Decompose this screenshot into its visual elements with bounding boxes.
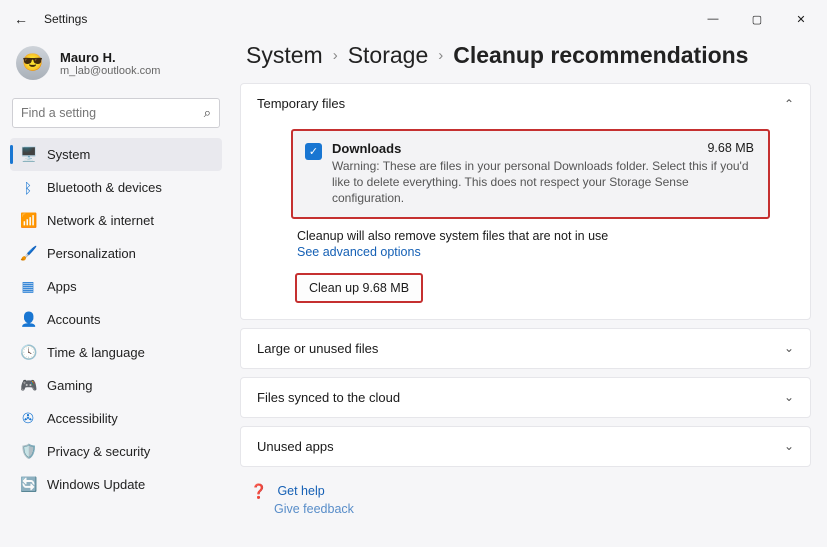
give-feedback-link[interactable]: Give feedback [240, 502, 811, 516]
nav-time[interactable]: 🕓 Time & language [10, 336, 222, 369]
display-icon: 🖥️ [20, 146, 36, 163]
wifi-icon: 📶 [20, 212, 36, 229]
breadcrumb: System › Storage › Cleanup recommendatio… [240, 38, 811, 83]
nav-privacy[interactable]: 🛡️ Privacy & security [10, 435, 222, 468]
help-icon: ❓ [250, 483, 267, 500]
search-input[interactable] [21, 106, 204, 120]
section-title: Unused apps [257, 439, 334, 454]
sidebar: 😎 Mauro H. m_lab@outlook.com ⌕ 🖥️ System… [0, 38, 232, 547]
cleanup-note: Cleanup will also remove system files th… [297, 229, 792, 243]
checkbox-checked-icon[interactable]: ✓ [305, 143, 322, 160]
profile-block[interactable]: 😎 Mauro H. m_lab@outlook.com [10, 40, 222, 94]
breadcrumb-storage[interactable]: Storage [348, 42, 429, 69]
nav-label: Bluetooth & devices [47, 180, 162, 195]
cleanup-button[interactable]: Clean up 9.68 MB [295, 273, 423, 303]
file-description: Warning: These are files in your persona… [332, 158, 754, 207]
file-size: 9.68 MB [707, 141, 754, 156]
chevron-up-icon: ⌃ [784, 97, 794, 111]
section-title: Temporary files [257, 96, 345, 111]
gamepad-icon: 🎮 [20, 377, 36, 394]
profile-name: Mauro H. [60, 50, 160, 65]
nav-list: 🖥️ System ᛒ Bluetooth & devices 📶 Networ… [10, 138, 222, 543]
person-icon: 👤 [20, 311, 36, 328]
nav-apps[interactable]: ▦ Apps [10, 270, 222, 303]
nav-label: Accessibility [47, 411, 118, 426]
search-icon: ⌕ [204, 105, 211, 121]
file-title: Downloads [332, 141, 401, 156]
section-unused-apps[interactable]: Unused apps ⌄ [240, 426, 811, 467]
back-arrow-icon[interactable]: ← [14, 11, 36, 27]
shield-icon: 🛡️ [20, 443, 36, 460]
apps-icon: ▦ [20, 278, 36, 295]
profile-email: m_lab@outlook.com [60, 65, 160, 77]
file-item-downloads[interactable]: ✓ Downloads 9.68 MB Warning: These are f… [291, 129, 770, 219]
nav-label: Apps [47, 279, 77, 294]
main-content: System › Storage › Cleanup recommendatio… [232, 38, 827, 547]
breadcrumb-current: Cleanup recommendations [453, 42, 748, 69]
chevron-down-icon: ⌄ [784, 390, 794, 404]
breadcrumb-system[interactable]: System [246, 42, 323, 69]
section-large-files[interactable]: Large or unused files ⌄ [240, 328, 811, 369]
nav-bluetooth[interactable]: ᛒ Bluetooth & devices [10, 171, 222, 204]
clock-icon: 🕓 [20, 344, 36, 361]
titlebar: ← Settings — ▢ ✕ [0, 0, 827, 38]
close-button[interactable]: ✕ [779, 4, 823, 34]
search-input-wrapper[interactable]: ⌕ [12, 98, 220, 128]
nav-label: Privacy & security [47, 444, 150, 459]
section-header-temporary[interactable]: Temporary files ⌃ [241, 84, 810, 123]
chevron-right-icon: › [438, 47, 443, 64]
chevron-right-icon: › [333, 47, 338, 64]
nav-system[interactable]: 🖥️ System [10, 138, 222, 171]
nav-label: System [47, 147, 90, 162]
chevron-down-icon: ⌄ [784, 439, 794, 453]
chevron-down-icon: ⌄ [784, 341, 794, 355]
nav-update[interactable]: 🔄 Windows Update [10, 468, 222, 501]
section-title: Large or unused files [257, 341, 378, 356]
get-help-link[interactable]: ❓ Get help [240, 475, 811, 502]
nav-label: Gaming [47, 378, 93, 393]
nav-label: Accounts [47, 312, 100, 327]
nav-label: Network & internet [47, 213, 154, 228]
nav-accessibility[interactable]: ✇ Accessibility [10, 402, 222, 435]
section-synced-files[interactable]: Files synced to the cloud ⌄ [240, 377, 811, 418]
avatar: 😎 [16, 46, 50, 80]
nav-label: Personalization [47, 246, 136, 261]
window-title: Settings [44, 12, 87, 26]
paintbrush-icon: 🖌️ [20, 245, 36, 262]
minimize-button[interactable]: — [691, 4, 735, 34]
section-temporary-files: Temporary files ⌃ ✓ Downloads 9.68 MB Wa… [240, 83, 811, 320]
advanced-options-link[interactable]: See advanced options [297, 245, 792, 259]
nav-personalization[interactable]: 🖌️ Personalization [10, 237, 222, 270]
nav-network[interactable]: 📶 Network & internet [10, 204, 222, 237]
nav-accounts[interactable]: 👤 Accounts [10, 303, 222, 336]
nav-label: Time & language [47, 345, 145, 360]
nav-label: Windows Update [47, 477, 145, 492]
maximize-button[interactable]: ▢ [735, 4, 779, 34]
accessibility-icon: ✇ [20, 410, 36, 427]
section-title: Files synced to the cloud [257, 390, 400, 405]
bluetooth-icon: ᛒ [20, 180, 36, 196]
nav-gaming[interactable]: 🎮 Gaming [10, 369, 222, 402]
update-icon: 🔄 [20, 476, 36, 493]
